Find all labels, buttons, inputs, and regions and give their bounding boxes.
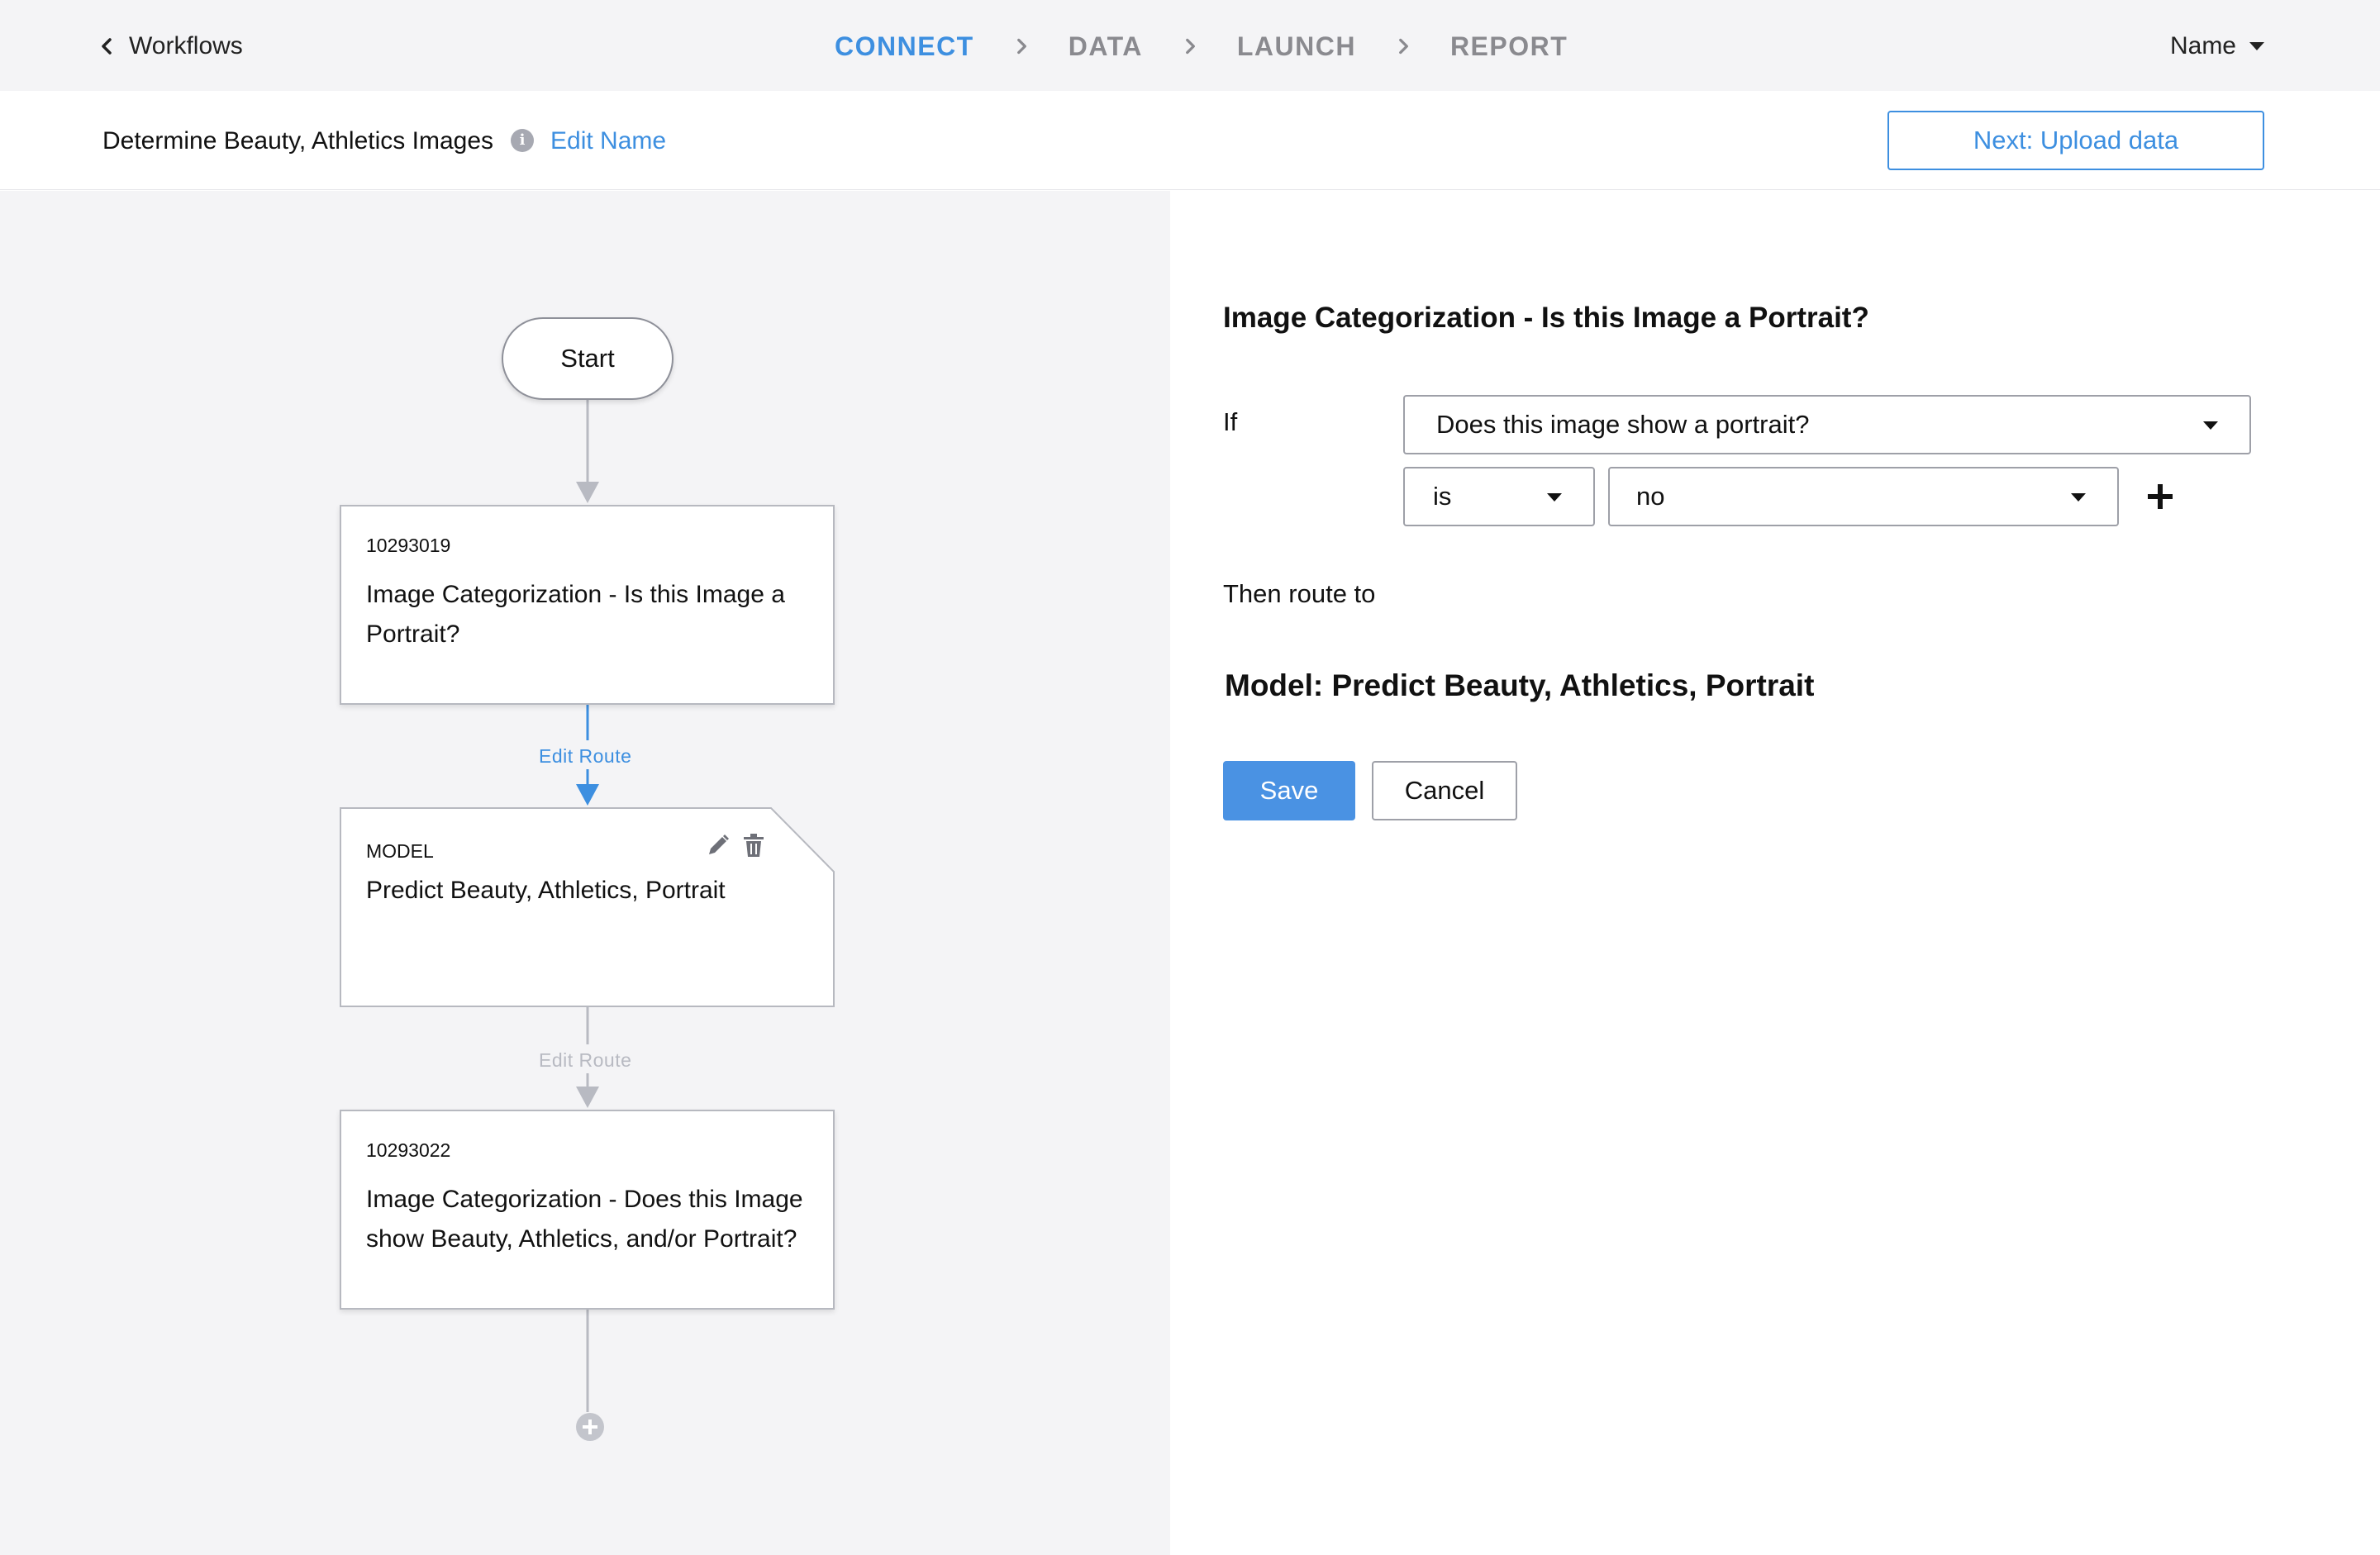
user-menu-label: Name — [2169, 32, 2236, 59]
model-title: Predict Beauty, Athletics, Portrait — [366, 877, 726, 904]
user-menu[interactable]: Name — [2170, 30, 2266, 63]
workflow-header: Determine Beauty, Athletics Images i Edi… — [0, 91, 2380, 190]
pencil-icon[interactable] — [705, 832, 731, 858]
operator-select[interactable]: is — [1403, 467, 1595, 526]
info-icon[interactable]: i — [511, 129, 534, 152]
workflow-title: Determine Beauty, Athletics Images — [102, 127, 493, 155]
edit-name-link[interactable]: Edit Name — [550, 127, 666, 155]
route-editor-panel: Image Categorization - Is this Image a P… — [1170, 191, 2380, 1555]
node-title: Image Categorization - Is this Image a P… — [366, 581, 785, 648]
step-report[interactable]: REPORT — [1450, 31, 1568, 62]
workflow-node-model[interactable]: MODEL Predict Beauty, Athletics, Portrai… — [340, 807, 835, 1007]
workflow-node-task[interactable]: 10293022 Image Categorization - Does thi… — [340, 1110, 835, 1310]
step-connect[interactable]: CONNECT — [835, 31, 974, 62]
wizard-steps: CONNECT DATA LAUNCH REPORT — [835, 28, 1568, 64]
chevron-right-icon — [1399, 38, 1408, 55]
then-route-label: Then route to — [1223, 579, 1376, 608]
cancel-button[interactable]: Cancel — [1372, 761, 1517, 820]
top-navigation-bar: Workflows CONNECT DATA LAUNCH REPORT Nam… — [0, 0, 2380, 91]
arrowhead-icon — [576, 482, 599, 503]
chevron-right-icon — [1185, 38, 1195, 55]
workflow-canvas: Start 10293019 Image Categorization - Is… — [0, 191, 1170, 1555]
answer-select[interactable]: no — [1608, 467, 2119, 526]
node-id: 10293022 — [366, 1139, 451, 1161]
trash-icon[interactable] — [741, 832, 766, 858]
next-upload-data-button[interactable]: Next: Upload data — [1887, 111, 2264, 170]
caret-down-icon — [1547, 493, 1562, 502]
node-id: 10293019 — [366, 535, 451, 556]
panel-title: Image Categorization - Is this Image a P… — [1223, 302, 1869, 334]
caret-down-icon — [2203, 421, 2218, 430]
plus-icon[interactable] — [2137, 473, 2183, 520]
step-launch[interactable]: LAUNCH — [1237, 31, 1356, 62]
operator-select-value: is — [1433, 482, 1452, 511]
back-label: Workflows — [129, 32, 243, 59]
start-node[interactable]: Start — [502, 317, 674, 400]
step-data[interactable]: DATA — [1069, 31, 1143, 62]
arrowhead-icon — [576, 784, 599, 806]
node-title: Image Categorization - Does this Image s… — [366, 1186, 803, 1253]
add-circle-icon[interactable] — [575, 1412, 605, 1442]
edit-route-link[interactable]: Edit Route — [536, 1048, 635, 1073]
chevron-right-icon — [1016, 38, 1026, 55]
model-type-label: MODEL — [366, 840, 434, 862]
workflow-node-task[interactable]: 10293019 Image Categorization - Is this … — [340, 505, 835, 705]
edit-route-link[interactable]: Edit Route — [536, 744, 635, 769]
back-to-workflows-link[interactable]: Workflows — [98, 30, 243, 63]
arrowhead-icon — [576, 1087, 599, 1108]
save-button[interactable]: Save — [1223, 761, 1355, 820]
chevron-left-icon — [102, 38, 112, 55]
route-target: Model: Predict Beauty, Athletics, Portra… — [1225, 668, 1815, 702]
answer-select-value: no — [1636, 482, 1665, 511]
caret-down-icon — [2071, 493, 2086, 502]
if-label: If — [1223, 407, 1238, 436]
question-select-value: Does this image show a portrait? — [1436, 410, 1810, 439]
caret-down-icon — [2249, 42, 2264, 50]
question-select[interactable]: Does this image show a portrait? — [1403, 395, 2251, 454]
